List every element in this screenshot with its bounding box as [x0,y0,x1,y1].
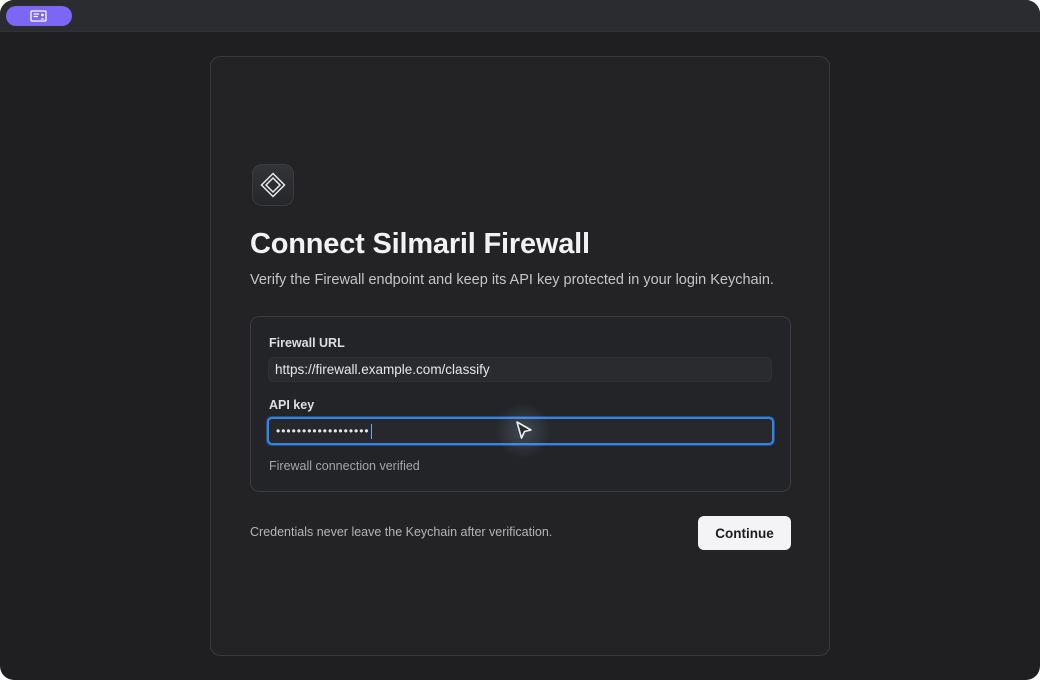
firewall-url-input[interactable]: https://firewall.example.com/classify [268,357,772,382]
api-key-label: API key [269,398,315,412]
page-subtitle: Verify the Firewall endpoint and keep it… [250,272,774,288]
page-title: Connect Silmaril Firewall [250,228,590,260]
app-window: Connect Silmaril Firewall Verify the Fir… [0,0,1040,680]
mouse-pointer-icon [516,421,532,439]
text-caret [370,424,373,440]
keychain-footnote: Credentials never leave the Keychain aft… [250,525,553,539]
continue-button[interactable]: Continue [698,516,791,550]
api-key-value: •••••••••••••••••• [276,424,370,438]
app-logo [252,164,294,206]
monitor-person-icon [30,10,47,22]
connection-status: Firewall connection verified [269,459,420,473]
connect-card: Connect Silmaril Firewall Verify the Fir… [210,56,830,656]
window-badge[interactable] [6,6,72,26]
firewall-url-label: Firewall URL [269,336,345,350]
top-bar [0,0,1040,32]
credentials-panel: Firewall URL https://firewall.example.co… [250,316,791,492]
diamond-logo-icon [260,172,286,198]
